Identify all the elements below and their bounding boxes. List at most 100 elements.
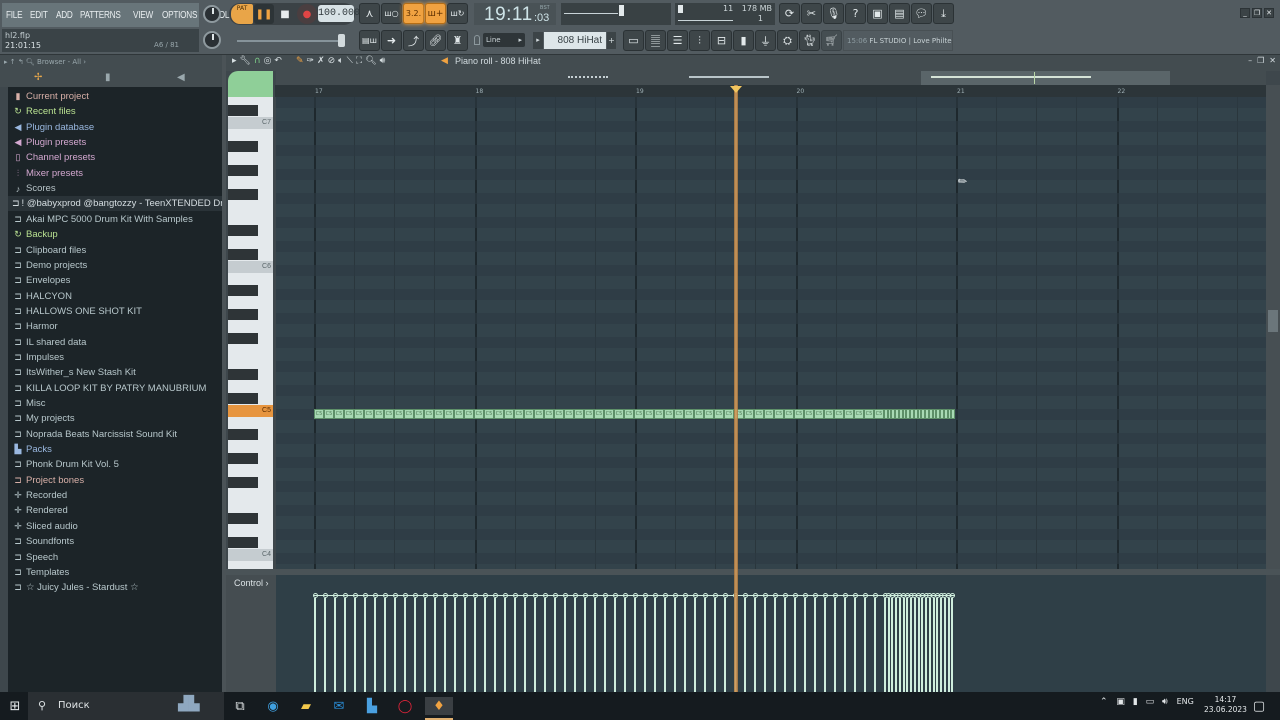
- wait-input-button[interactable]: ш○: [381, 3, 402, 24]
- black-key[interactable]: [228, 513, 258, 524]
- velocity-bar[interactable]: [694, 598, 696, 692]
- browser-item[interactable]: ▮ Current project: [8, 89, 222, 104]
- velocity-bar[interactable]: [913, 598, 916, 692]
- note[interactable]: C5: [704, 409, 714, 419]
- master-volume-knob[interactable]: [203, 5, 221, 23]
- song-clock[interactable]: 19:11 :03 BST: [474, 3, 556, 25]
- plugin-picker-button[interactable]: ⏚: [755, 30, 776, 51]
- note[interactable]: C5: [544, 409, 554, 419]
- velocity-bar[interactable]: [464, 598, 466, 692]
- velocity-bar[interactable]: [804, 598, 806, 692]
- browser-item[interactable]: ⊐! @babyxprod @bangtozzy - TeenXTENDED D…: [8, 196, 222, 212]
- note[interactable]: C5: [384, 409, 394, 419]
- slip-tool-icon[interactable]: 🔈︎: [338, 56, 343, 66]
- browser-item[interactable]: ▙ Packs: [8, 442, 222, 457]
- velocity-bar[interactable]: [947, 598, 950, 692]
- language-indicator[interactable]: ENG: [1177, 697, 1194, 706]
- note[interactable]: C5: [434, 409, 444, 419]
- pr-close-button[interactable]: ✕: [1269, 56, 1276, 65]
- note[interactable]: C5: [714, 409, 724, 419]
- browser-item[interactable]: ✛ Recorded: [8, 488, 222, 503]
- browser-item[interactable]: ⊐ Harmor: [8, 319, 222, 334]
- velocity-bar[interactable]: [874, 598, 876, 692]
- velocity-bar[interactable]: [574, 598, 576, 692]
- velocity-bar[interactable]: [794, 598, 796, 692]
- minimize-button[interactable]: _: [1240, 8, 1250, 18]
- browser-item[interactable]: ↻ Backup: [8, 227, 222, 242]
- save-as-button[interactable]: ▤: [889, 3, 910, 24]
- note[interactable]: C5: [724, 409, 734, 419]
- master-pitch-knob[interactable]: [203, 31, 221, 49]
- velocity-bar[interactable]: [434, 598, 436, 692]
- velocity-bar[interactable]: [824, 598, 826, 692]
- note[interactable]: C5: [854, 409, 864, 419]
- note[interactable]: C5: [744, 409, 754, 419]
- opera-icon[interactable]: ◯: [396, 697, 414, 715]
- velocity-bar[interactable]: [814, 598, 816, 692]
- velocity-bar[interactable]: [910, 598, 913, 692]
- note[interactable]: C5: [644, 409, 654, 419]
- black-key[interactable]: [228, 141, 258, 152]
- pause-button[interactable]: ❚❚: [254, 4, 274, 24]
- black-key[interactable]: [228, 249, 258, 260]
- loop-record-button[interactable]: ш↻: [447, 3, 468, 24]
- note[interactable]: C5: [464, 409, 474, 419]
- fl-studio-taskbar-icon[interactable]: ♦: [425, 697, 453, 715]
- browser-item[interactable]: ↻ Recent files: [8, 104, 222, 119]
- pattern-overview-scrollbar[interactable]: [276, 71, 1266, 85]
- velocity-bar[interactable]: [394, 598, 396, 692]
- taskbar-search[interactable]: ⚲ Поиск ▟▙: [28, 692, 224, 720]
- help-button[interactable]: ?: [845, 3, 866, 24]
- browser-item[interactable]: ⊐ Soundfonts: [8, 534, 222, 549]
- step-edit-button[interactable]: ш+: [425, 3, 446, 24]
- select-tool-icon[interactable]: ⛶: [356, 56, 362, 66]
- note[interactable]: C5: [804, 409, 814, 419]
- note[interactable]: C5: [604, 409, 614, 419]
- note[interactable]: C5: [614, 409, 624, 419]
- undo-button[interactable]: ⟳: [779, 3, 800, 24]
- hint-bar[interactable]: 15:06 FL STUDIO | Love Philter ›: [843, 30, 953, 51]
- browser-item[interactable]: ⊐ HALLOWS ONE SHOT KIT: [8, 304, 222, 319]
- velocity-bar[interactable]: [744, 598, 746, 692]
- note[interactable]: C5: [494, 409, 504, 419]
- velocity-bar[interactable]: [902, 598, 905, 692]
- velocity-bar[interactable]: [864, 598, 866, 692]
- note[interactable]: C5: [374, 409, 384, 419]
- velocity-bar[interactable]: [834, 598, 836, 692]
- velocity-bar[interactable]: [514, 598, 516, 692]
- velocity-bar[interactable]: [564, 598, 566, 692]
- velocity-bar[interactable]: [374, 598, 376, 692]
- velocity-bar[interactable]: [895, 598, 898, 692]
- menu-patterns[interactable]: PATTERNS: [80, 10, 121, 21]
- velocity-bar[interactable]: [936, 598, 939, 692]
- velocity-bar[interactable]: [951, 598, 954, 692]
- note[interactable]: C5: [314, 409, 324, 419]
- browser-item[interactable]: ⊐ IL shared data: [8, 335, 222, 350]
- browser-item[interactable]: ⊐ KILLA LOOP KIT BY PATRY MANUBRIUM: [8, 381, 222, 396]
- velocity-bar[interactable]: [925, 598, 928, 692]
- note[interactable]: C5: [524, 409, 534, 419]
- velocity-bar[interactable]: [724, 598, 726, 692]
- task-view-icon[interactable]: ⧉: [231, 697, 249, 715]
- velocity-bar[interactable]: [424, 598, 426, 692]
- playlist-button[interactable]: ▭: [623, 30, 644, 51]
- pat-song-toggle[interactable]: PAT: [231, 4, 253, 24]
- black-key[interactable]: [228, 453, 258, 464]
- browser-item[interactable]: ⊐ HALCYON: [8, 289, 222, 304]
- velocity-bar[interactable]: [654, 598, 656, 692]
- paint-icon[interactable]: ✑: [307, 56, 315, 66]
- menu-edit[interactable]: EDIT: [30, 10, 48, 21]
- pr-minimize-button[interactable]: –: [1248, 56, 1252, 65]
- browser-all-tab-icon[interactable]: ✢: [34, 72, 42, 83]
- playhead-marker-icon[interactable]: [730, 86, 742, 93]
- velocity-bar[interactable]: [324, 598, 326, 692]
- black-key[interactable]: [228, 105, 258, 116]
- velocity-bar[interactable]: [891, 598, 894, 692]
- note[interactable]: C5: [584, 409, 594, 419]
- note[interactable]: C5: [674, 409, 684, 419]
- note[interactable]: C5: [834, 409, 844, 419]
- note[interactable]: C5: [414, 409, 424, 419]
- velocity-bar[interactable]: [444, 598, 446, 692]
- menu-file[interactable]: FILE: [6, 10, 23, 21]
- note[interactable]: C5: [624, 409, 634, 419]
